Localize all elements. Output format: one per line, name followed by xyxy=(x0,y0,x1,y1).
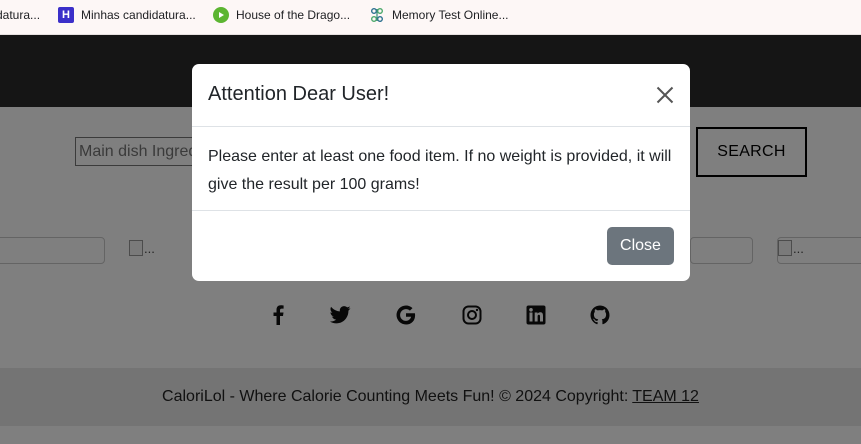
play-icon xyxy=(213,7,229,23)
bookmark-4[interactable]: Memory Test Online... xyxy=(369,0,508,30)
close-icon[interactable] xyxy=(653,83,677,107)
bookmark-label: datura... xyxy=(0,8,41,22)
close-button[interactable]: Close xyxy=(607,227,674,265)
bookmark-3[interactable]: House of the Drago... xyxy=(213,0,350,30)
h-logo-icon: H xyxy=(58,7,74,23)
modal-header: Attention Dear User! xyxy=(192,64,690,127)
modal-footer: Close xyxy=(192,210,690,281)
bookmark-label: House of the Drago... xyxy=(236,8,351,22)
bookmark-1[interactable]: datura... xyxy=(0,0,40,30)
bookmarks-bar: datura... H Minhas candidatura... House … xyxy=(0,0,861,35)
alert-modal: Attention Dear User! Please enter at lea… xyxy=(192,64,690,281)
bookmark-label: Minhas candidatura... xyxy=(81,8,196,22)
modal-title: Attention Dear User! xyxy=(208,83,390,105)
modal-body: Please enter at least one food item. If … xyxy=(208,148,672,193)
puzzle-icon xyxy=(369,7,385,23)
bookmark-2[interactable]: H Minhas candidatura... xyxy=(58,0,196,30)
bookmark-label: Memory Test Online... xyxy=(392,8,509,22)
